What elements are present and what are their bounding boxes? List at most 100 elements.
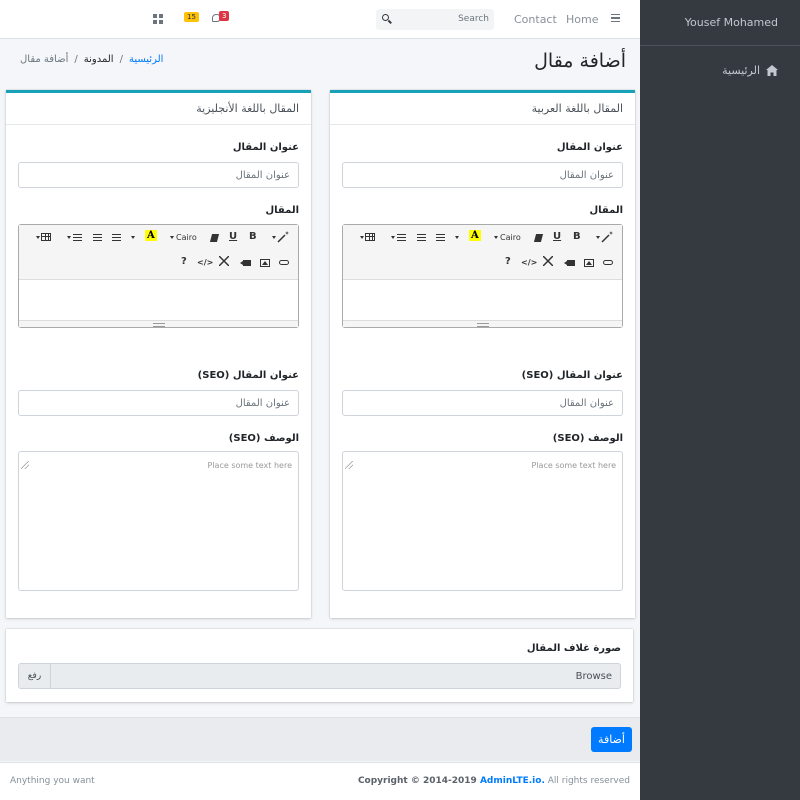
article-card-english: المقال باللغة الأنجليزية عنوان المقال عن… [6,90,311,618]
card-header: المقال باللغة العربية [330,93,635,125]
video-icon[interactable] [564,260,575,266]
fullscreen-icon[interactable] [542,255,554,267]
breadcrumb-separator: / [74,54,78,65]
seo-title-placeholder: عنوان المقال [559,398,614,409]
seo-title-placeholder: عنوان المقال [235,398,290,409]
sidebar-item-home[interactable]: الرئيسية [640,46,800,77]
rich-text-editor[interactable]: B U Cairo A </> ? [342,224,623,328]
image-icon[interactable] [584,259,594,267]
resize-grip-icon[interactable] [345,461,353,469]
table-icon[interactable] [41,233,51,241]
style-dropdown-icon[interactable] [596,236,600,239]
magic-style-icon[interactable] [600,230,614,244]
card-title: المقال باللغة العربية [531,102,623,115]
title-input[interactable]: عنوان المقال [342,162,623,188]
seo-description-label: الوصف (SEO) [228,433,299,444]
menu-toggle-icon[interactable] [611,14,620,22]
clear-format-icon[interactable] [533,234,544,242]
breadcrumb-blog[interactable]: المدونة [84,54,114,65]
magic-style-icon[interactable] [276,230,290,244]
paragraph-dropdown-icon[interactable] [391,236,395,239]
editor-resize-bar[interactable] [19,320,298,327]
title-placeholder: عنوان المقال [235,170,290,181]
adminlte-link[interactable]: AdminLTE.io. [480,776,545,786]
seo-title-label: عنوان المقال (SEO) [521,370,623,381]
sidebar-item-label: الرئيسية [722,64,760,77]
seo-description-label: الوصف (SEO) [552,433,623,444]
help-button[interactable]: ? [505,256,511,267]
breadcrumb: الرئيسية / المدونة / أضافة مقال [20,54,163,65]
bold-button[interactable]: B [573,231,581,242]
upload-button[interactable]: رفع [19,664,51,688]
seo-description-textarea[interactable]: Place some text here [18,451,299,591]
highlight-color-button[interactable]: A [469,230,481,241]
footer-left-text: Anything you want [10,776,95,786]
body-label: المقال [265,205,299,216]
paragraph-align-icon[interactable] [73,234,82,241]
code-view-button[interactable]: </> [197,258,213,267]
notifications-badge[interactable]: 15 [184,12,199,22]
link-icon[interactable] [279,260,289,265]
image-icon[interactable] [260,259,270,267]
underline-button[interactable]: U [553,231,561,242]
unordered-list-icon[interactable] [436,234,445,241]
font-dropdown-icon[interactable] [170,236,174,239]
font-family-select[interactable]: Cairo [500,233,521,242]
paragraph-dropdown-icon[interactable] [67,236,71,239]
help-button[interactable]: ? [181,256,187,267]
cover-image-label: صورة غلاف المقال [526,643,621,654]
home-icon [766,65,778,76]
style-dropdown-icon[interactable] [272,236,276,239]
editor-resize-bar[interactable] [343,320,622,327]
font-dropdown-icon[interactable] [494,236,498,239]
table-dropdown-icon[interactable] [360,236,364,239]
unordered-list-icon[interactable] [112,234,121,241]
page-title: أضافة مقال [534,50,626,72]
bold-button[interactable]: B [249,231,257,242]
rich-text-editor[interactable]: B U Cairo A </> ? [18,224,299,328]
search-icon[interactable] [382,14,389,21]
seo-description-placeholder: Place some text here [207,461,293,470]
nav-link-home[interactable]: Home [566,13,598,26]
copyright-suffix: All rights reserved [544,776,630,786]
seo-title-input[interactable]: عنوان المقال [342,390,623,416]
color-dropdown-icon[interactable] [455,236,459,239]
nav-link-contact[interactable]: Contact [514,13,557,26]
copyright-prefix: Copyright © 2014-2019 [357,776,480,786]
footer-copyright: Copyright © 2014-2019 AdminLTE.io. All r… [358,776,630,786]
search-input[interactable]: Search [376,9,494,30]
paragraph-align-icon[interactable] [397,234,406,241]
cover-image-card: صورة غلاف المقال رفع Browse [6,629,633,702]
video-icon[interactable] [240,260,251,266]
main-sidebar: Yousef Mohamed الرئيسية [640,0,800,800]
seo-title-input[interactable]: عنوان المقال [18,390,299,416]
underline-button[interactable]: U [229,231,237,242]
card-header: المقال باللغة الأنجليزية [6,93,311,125]
highlight-color-button[interactable]: A [145,230,157,241]
ordered-list-icon[interactable] [93,234,102,241]
font-family-select[interactable]: Cairo [176,233,197,242]
code-view-button[interactable]: </> [521,258,537,267]
add-article-button[interactable]: أضافة [591,727,632,752]
breadcrumb-home[interactable]: الرئيسية [129,54,163,65]
apps-grid-icon[interactable] [153,14,163,24]
ordered-list-icon[interactable] [417,234,426,241]
clear-format-icon[interactable] [209,234,220,242]
cover-image-file-input[interactable]: رفع Browse [18,663,621,689]
browse-placeholder: Browse [575,671,612,682]
link-icon[interactable] [603,260,613,265]
title-input[interactable]: عنوان المقال [18,162,299,188]
table-dropdown-icon[interactable] [36,236,40,239]
breadcrumb-separator: / [119,54,123,65]
color-dropdown-icon[interactable] [131,236,135,239]
user-name[interactable]: Yousef Mohamed [685,16,778,29]
title-placeholder: عنوان المقال [559,170,614,181]
messages-badge[interactable]: 3 [219,11,230,21]
table-icon[interactable] [365,233,375,241]
seo-description-textarea[interactable]: Place some text here [342,451,623,591]
form-actions: أضافة [0,717,640,761]
fullscreen-icon[interactable] [218,255,230,267]
resize-grip-icon[interactable] [21,461,29,469]
search-placeholder: Search [458,14,489,24]
user-panel[interactable]: Yousef Mohamed [640,0,800,46]
